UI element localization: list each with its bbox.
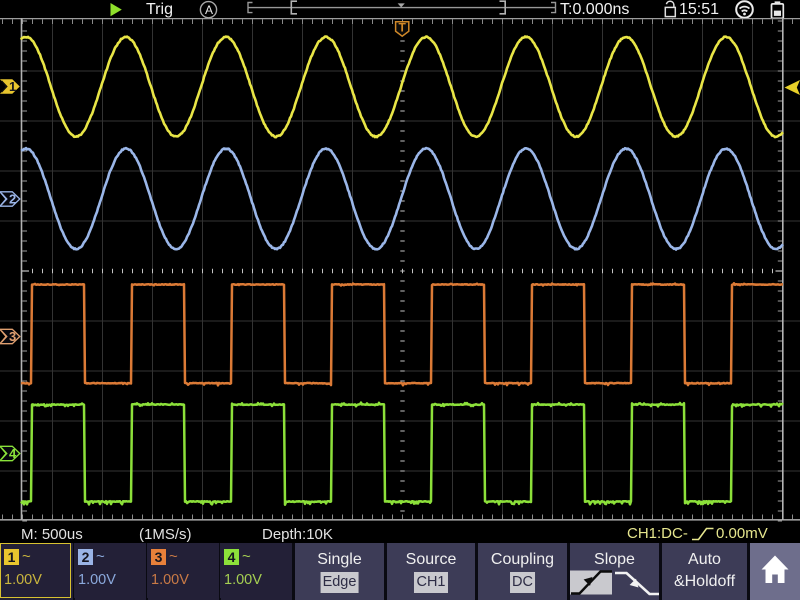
svg-text:4: 4	[9, 446, 17, 461]
svg-text:3: 3	[9, 329, 16, 344]
svg-text:T: T	[399, 21, 407, 35]
svg-text:1: 1	[9, 79, 16, 94]
svg-text:2: 2	[9, 191, 16, 206]
